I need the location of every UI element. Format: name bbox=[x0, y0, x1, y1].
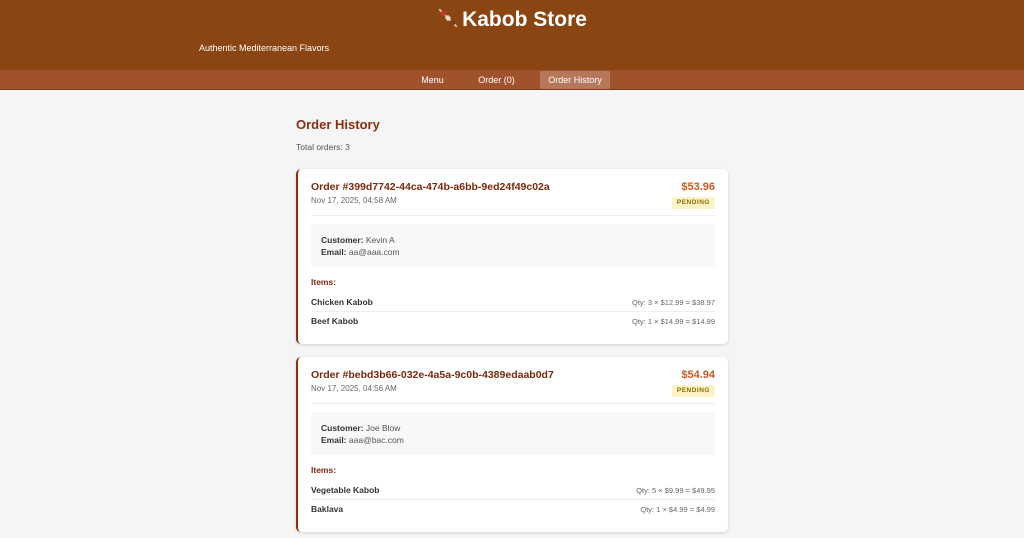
customer-label: Customer: bbox=[321, 423, 364, 433]
customer-email-line: Email: aaa@bac.com bbox=[321, 435, 404, 445]
site-tagline: Authentic Mediterranean Flavors bbox=[199, 43, 330, 53]
item-name: Beef Kabob bbox=[311, 316, 359, 326]
order-total: $53.96 bbox=[681, 181, 715, 193]
order-card: Order #bebd3b66-032e-4a5a-9c0b-4389edaab… bbox=[296, 357, 728, 532]
order-item-row: Baklava Qty: 1 × $4.99 = $4.99 bbox=[311, 500, 715, 519]
customer-email: aaa@bac.com bbox=[348, 435, 404, 445]
site-title: Kabob Store bbox=[462, 8, 587, 31]
order-item-row: Chicken Kabob Qty: 3 × $12.99 = $38.97 bbox=[311, 293, 715, 312]
site-brand[interactable]: Kabob Store bbox=[0, 7, 1024, 32]
order-id: Order #399d7742-44ca-474b-a6bb-9ed24f49c… bbox=[311, 181, 550, 193]
email-label: Email: bbox=[321, 435, 347, 445]
customer-name-line: Customer: Joe Blow bbox=[321, 423, 400, 433]
site-header: Kabob Store Authentic Mediterranean Flav… bbox=[0, 0, 1024, 70]
nav-order[interactable]: Order (0) bbox=[473, 71, 520, 89]
customer-email-line: Email: aa@aaa.com bbox=[321, 247, 400, 257]
order-item-row: Vegetable Kabob Qty: 5 × $9.99 = $49.95 bbox=[311, 481, 715, 500]
items-label: Items: bbox=[311, 465, 337, 475]
total-orders-label: Total orders: bbox=[296, 142, 343, 152]
total-orders: Total orders: 3 bbox=[296, 142, 350, 152]
item-name: Chicken Kabob bbox=[311, 297, 373, 307]
total-orders-count: 3 bbox=[345, 142, 350, 152]
status-badge: PENDING bbox=[671, 385, 715, 397]
customer-info: Customer: Kevin A Email: aa@aaa.com bbox=[311, 224, 715, 267]
item-qty: Qty: 1 × $14.99 = $14.99 bbox=[632, 317, 715, 326]
order-card: Order #399d7742-44ca-474b-a6bb-9ed24f49c… bbox=[296, 169, 728, 344]
order-date: Nov 17, 2025, 04:58 AM bbox=[311, 196, 397, 205]
nav-order-history[interactable]: Order History bbox=[540, 71, 610, 89]
items-label: Items: bbox=[311, 277, 337, 287]
card-divider bbox=[311, 215, 715, 216]
customer-name: Joe Blow bbox=[365, 423, 401, 433]
email-label: Email: bbox=[321, 247, 347, 257]
customer-label: Customer: bbox=[321, 235, 364, 245]
item-qty: Qty: 1 × $4.99 = $4.99 bbox=[640, 505, 715, 514]
order-id: Order #bebd3b66-032e-4a5a-9c0b-4389edaab… bbox=[311, 369, 554, 381]
item-name: Vegetable Kabob bbox=[311, 485, 380, 495]
customer-name-line: Customer: Kevin A bbox=[321, 235, 395, 245]
customer-email: aa@aaa.com bbox=[348, 247, 400, 257]
nav-menu[interactable]: Menu bbox=[414, 71, 451, 89]
customer-info: Customer: Joe Blow Email: aaa@bac.com bbox=[311, 412, 715, 455]
card-divider bbox=[311, 403, 715, 404]
item-qty: Qty: 3 × $12.99 = $38.97 bbox=[632, 298, 715, 307]
order-total: $54.94 bbox=[681, 369, 715, 381]
item-qty: Qty: 5 × $9.99 = $49.95 bbox=[636, 486, 715, 495]
customer-name: Kevin A bbox=[365, 235, 395, 245]
item-name: Baklava bbox=[311, 504, 344, 514]
page-title: Order History bbox=[296, 117, 380, 132]
kabob-skewer-icon bbox=[438, 8, 458, 28]
status-badge: PENDING bbox=[671, 197, 715, 209]
order-item-row: Beef Kabob Qty: 1 × $14.99 = $14.99 bbox=[311, 312, 715, 331]
order-date: Nov 17, 2025, 04:56 AM bbox=[311, 384, 397, 393]
main-nav: Menu Order (0) Order History bbox=[0, 70, 1024, 90]
